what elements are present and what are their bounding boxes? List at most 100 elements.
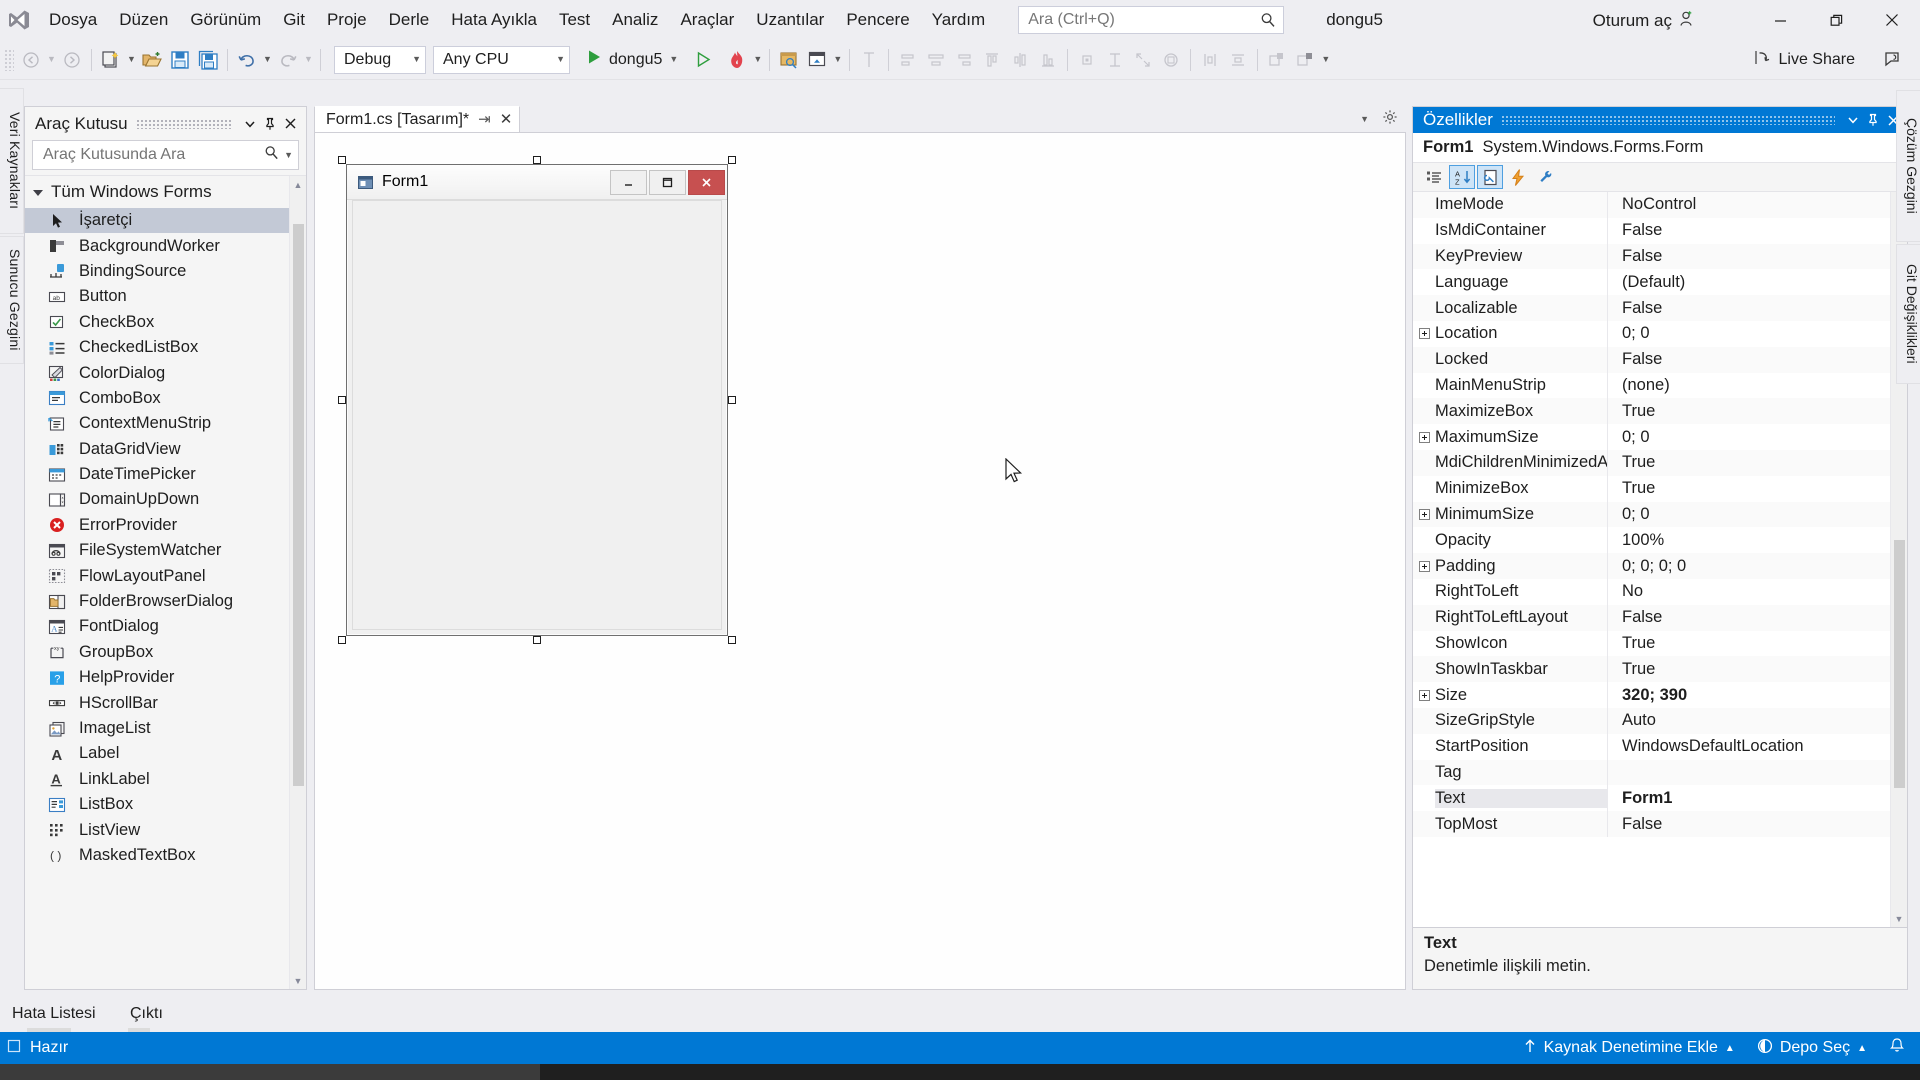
toolbox-item[interactable]: FileSystemWatcher [25, 538, 306, 563]
property-value[interactable]: True [1608, 634, 1907, 653]
menu-item-derle[interactable]: Derle [378, 5, 441, 35]
scrollbar-thumb[interactable] [293, 224, 304, 786]
menu-item-git[interactable]: Git [272, 5, 316, 35]
horizontal-spacing-button[interactable] [1196, 45, 1224, 75]
property-value[interactable]: False [1608, 221, 1907, 240]
property-row[interactable]: Localizable False [1413, 295, 1907, 321]
properties-grid[interactable]: ImeMode NoControl IsMdiContainer False KeyPr… [1413, 192, 1907, 927]
toolbox-item[interactable]: A FontDialog [25, 614, 306, 639]
resize-grip-middle-right[interactable] [728, 396, 736, 404]
property-row[interactable]: ShowInTaskbar True [1413, 656, 1907, 683]
toolbox-item[interactable]: FlowLayoutPanel [25, 563, 306, 588]
scroll-down-arrow-icon[interactable]: ▼ [1891, 910, 1907, 927]
toolbox-item[interactable]: İşaretçi [25, 208, 306, 234]
property-value[interactable]: 0; 0; 0; 0 [1608, 557, 1907, 576]
property-row[interactable]: Language (Default) [1413, 269, 1907, 296]
toolbox-close-button[interactable] [280, 113, 300, 135]
menu-item-araclar[interactable]: Araçlar [669, 5, 745, 35]
expand-property-icon[interactable] [1413, 508, 1435, 520]
properties-drag-handle[interactable] [1500, 115, 1835, 125]
property-row[interactable]: Padding 0; 0; 0; 0 [1413, 553, 1907, 579]
property-row[interactable]: SizeGripStyle Auto [1413, 707, 1907, 734]
property-value[interactable]: True [1608, 453, 1907, 472]
properties-object-selector[interactable]: Form1 System.Windows.Forms.Form ▼ [1413, 133, 1907, 163]
property-value[interactable]: False [1608, 815, 1907, 834]
scroll-down-arrow-icon[interactable]: ▼ [290, 972, 306, 989]
property-value[interactable]: False [1608, 350, 1907, 369]
properties-page-icon[interactable] [1477, 165, 1503, 189]
property-row[interactable]: ShowIcon True [1413, 630, 1907, 657]
property-row[interactable]: MaximizeBox True [1413, 398, 1907, 425]
redo-button[interactable] [274, 45, 302, 75]
categorized-view-icon[interactable] [1421, 165, 1447, 189]
designed-form-window[interactable]: Form1 [346, 164, 728, 636]
form-close-button[interactable] [688, 169, 725, 195]
menu-item-uzantilar[interactable]: Uzantılar [745, 5, 835, 35]
new-project-dropdown[interactable]: ▼ [125, 45, 138, 75]
toolbox-item[interactable]: ListBox [25, 792, 306, 817]
toolbox-item[interactable]: DateTimePicker [25, 462, 306, 487]
toolbox-item[interactable]: A LinkLabel [25, 767, 306, 792]
events-icon[interactable] [1505, 165, 1531, 189]
form-client-area[interactable] [352, 200, 722, 630]
document-well-settings-icon[interactable] [1382, 109, 1398, 130]
menu-item-pencere[interactable]: Pencere [835, 5, 920, 35]
dock-tab-data-sources[interactable]: Veri Kaynakları [0, 88, 24, 234]
tab-output[interactable]: Çıktı [130, 1002, 163, 1026]
property-row[interactable]: MainMenuStrip (none) [1413, 372, 1907, 399]
property-row[interactable]: MinimumSize 0; 0 [1413, 501, 1907, 528]
properties-window-menu-button[interactable] [1843, 109, 1863, 131]
property-row[interactable]: MinimizeBox True [1413, 475, 1907, 502]
alphabetical-sort-icon[interactable]: AZ [1449, 165, 1475, 189]
form-designer-surface[interactable]: Form1 [314, 132, 1406, 990]
property-value[interactable]: 0; 0 [1608, 428, 1907, 447]
toggle-toolbar-button[interactable] [855, 45, 883, 75]
toolbox-item[interactable]: xy GroupBox [25, 640, 306, 665]
menu-item-test[interactable]: Test [548, 5, 601, 35]
search-input[interactable] [1028, 11, 1260, 29]
select-element-button[interactable] [775, 45, 803, 75]
active-files-dropdown-icon[interactable]: ▼ [1360, 114, 1369, 124]
document-tab-form1-designer[interactable]: Form1.cs [Tasarım]* ⇥ ✕ [314, 106, 521, 132]
open-file-button[interactable] [138, 45, 166, 75]
toolbox-scrollbar[interactable]: ▲ ▼ [289, 176, 306, 989]
property-row[interactable]: Locked False [1413, 346, 1907, 373]
toolbox-item[interactable]: BackgroundWorker [25, 233, 306, 258]
property-value[interactable]: True [1608, 479, 1907, 498]
property-row[interactable]: TopMost False [1413, 811, 1907, 837]
live-visual-tree-button[interactable] [803, 45, 831, 75]
solution-platform-combo[interactable]: Any CPU ▼ [433, 45, 570, 74]
redo-dropdown[interactable]: ▼ [302, 45, 315, 75]
hot-reload-dropdown[interactable]: ▼ [751, 45, 764, 75]
property-value[interactable]: (Default) [1608, 273, 1907, 292]
live-visual-tree-dropdown[interactable]: ▼ [831, 45, 844, 75]
navigate-forward-button[interactable] [58, 45, 86, 75]
solution-configuration-combo[interactable]: Debug ▼ [334, 45, 426, 74]
send-feedback-icon[interactable] [1883, 49, 1904, 75]
toolbox-item[interactable]: ImageList [25, 716, 306, 741]
scrollbar-thumb[interactable] [1894, 540, 1905, 788]
menu-item-hata-ayikla[interactable]: Hata Ayıkla [440, 5, 548, 35]
property-value[interactable]: 100% [1608, 531, 1907, 550]
toolbox-item[interactable]: ListView [25, 817, 306, 842]
new-project-button[interactable] [97, 45, 125, 75]
resize-grip-bottom-right[interactable] [728, 636, 736, 644]
start-debug-button[interactable]: dongu5 ▼ [580, 45, 683, 75]
property-row[interactable]: Location 0; 0 [1413, 320, 1907, 347]
property-row[interactable]: ImeMode NoControl [1413, 192, 1907, 218]
expand-property-icon[interactable] [1413, 560, 1435, 572]
start-without-debugging-button[interactable] [689, 45, 717, 75]
vertical-spacing-button[interactable] [1224, 45, 1252, 75]
make-same-width-button[interactable] [1073, 45, 1101, 75]
undo-dropdown[interactable]: ▼ [261, 45, 274, 75]
undo-button[interactable] [233, 45, 261, 75]
menu-item-yardim[interactable]: Yardım [921, 5, 997, 35]
toolbox-item[interactable]: A Label [25, 741, 306, 766]
align-tops-button[interactable] [978, 45, 1006, 75]
size-to-fit-button[interactable] [1157, 45, 1185, 75]
toolbox-item[interactable]: ( ) MaskedTextBox [25, 843, 306, 868]
align-bottoms-button[interactable] [1034, 45, 1062, 75]
property-value[interactable]: False [1608, 247, 1907, 266]
toolbox-item[interactable]: ? HelpProvider [25, 665, 306, 690]
toolbox-item[interactable]: DataGridView [25, 437, 306, 462]
